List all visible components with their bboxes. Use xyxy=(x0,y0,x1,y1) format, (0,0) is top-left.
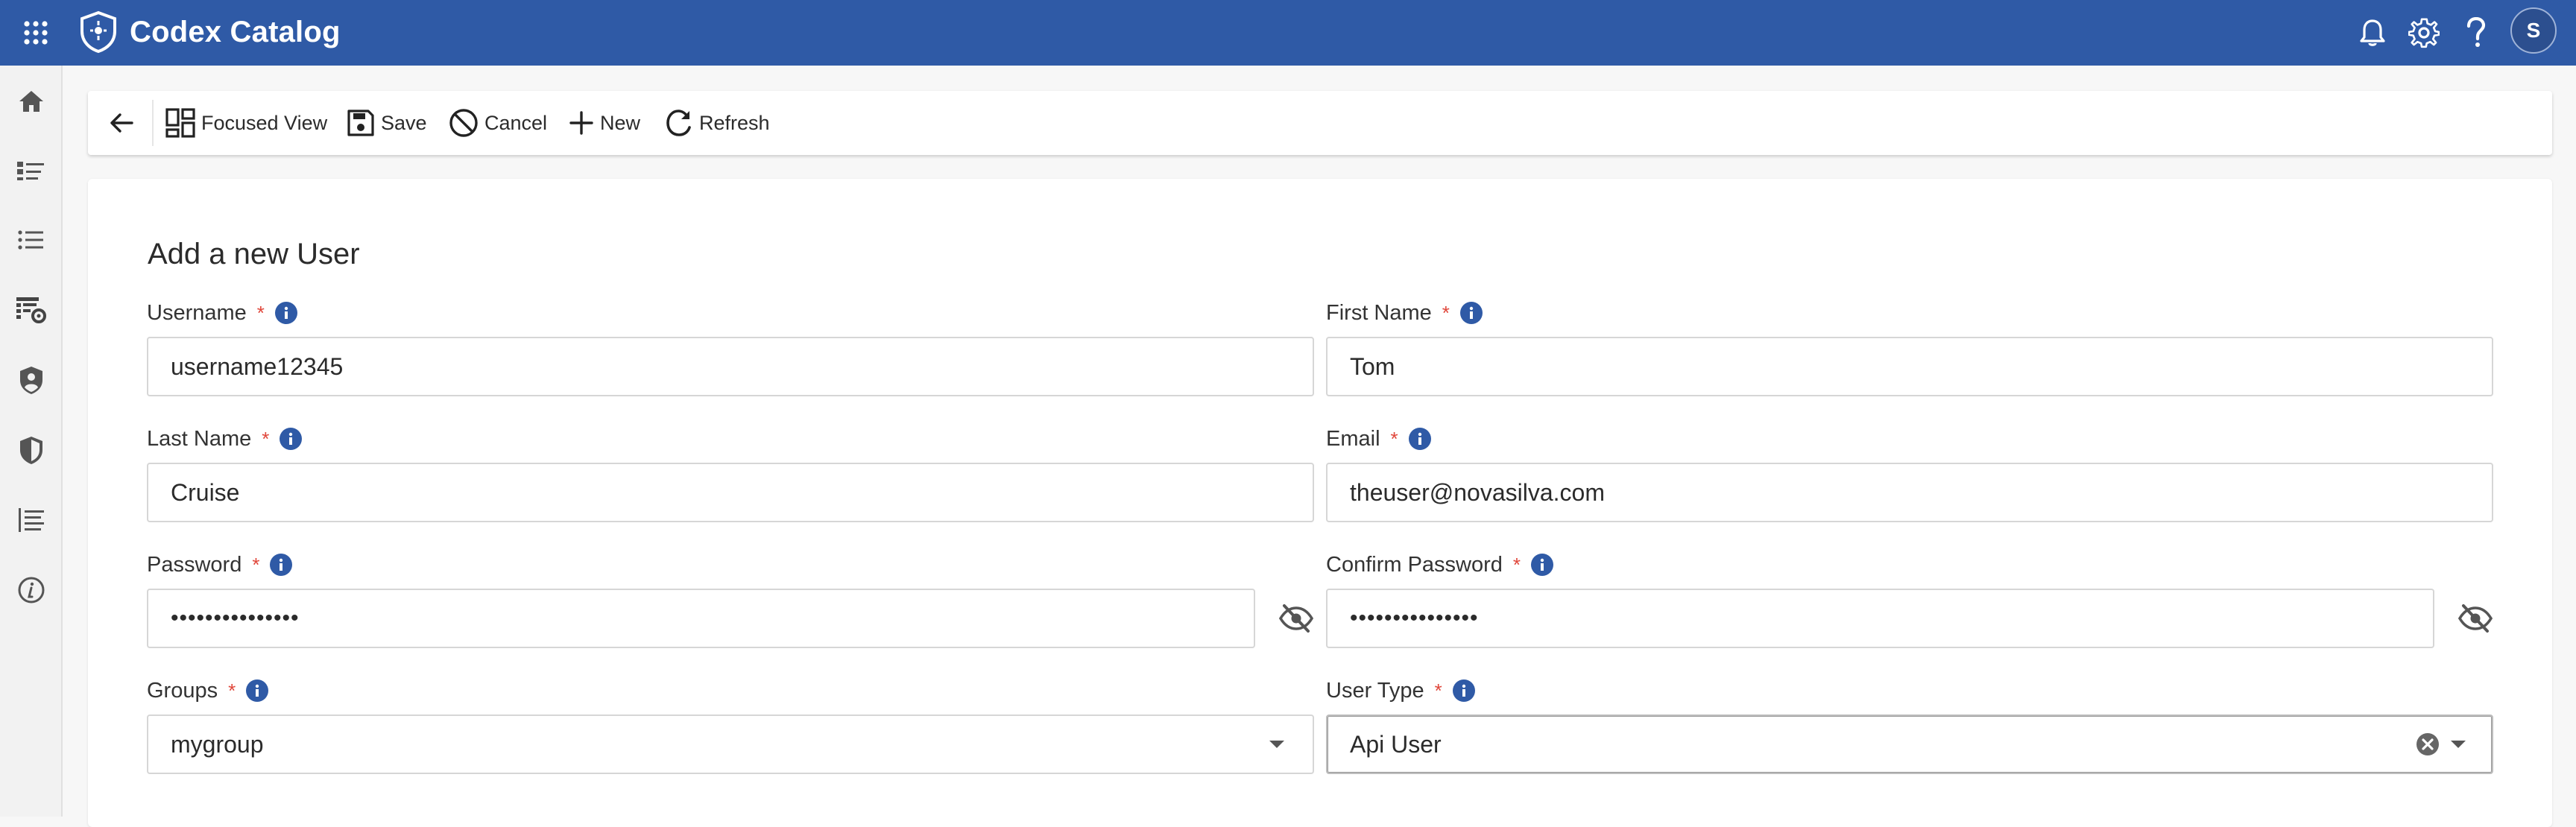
password-label: Password * xyxy=(147,551,293,578)
action-toolbar: Focused View Save Cancel New Refresh xyxy=(88,91,2552,155)
username-label: Username * xyxy=(147,300,297,326)
last-name-input[interactable]: Cruise xyxy=(147,463,1314,522)
password-input[interactable]: ••••••••••••••• xyxy=(147,589,1255,648)
info-tooltip-icon[interactable] xyxy=(280,428,303,450)
tree-list-icon[interactable] xyxy=(12,501,51,539)
user-type-label: User Type * xyxy=(1326,677,1475,704)
last-name-label-text: Last Name xyxy=(147,427,252,451)
required-asterisk: * xyxy=(1434,679,1442,702)
save-label: Save xyxy=(381,111,427,134)
app-title: Codex Catalog xyxy=(130,16,341,48)
user-shield-icon[interactable] xyxy=(12,361,51,399)
toolbar-divider xyxy=(152,100,154,146)
settings-gear-icon[interactable] xyxy=(2405,13,2443,52)
side-navigation xyxy=(0,66,63,817)
first-name-label-text: First Name xyxy=(1326,301,1432,325)
first-name-input[interactable]: Tom xyxy=(1326,337,2493,396)
confirm-password-label: Confirm Password * xyxy=(1326,551,1554,578)
required-asterisk: * xyxy=(1512,554,1521,576)
groups-select[interactable]: mygroup xyxy=(147,714,1314,774)
confirm-password-label-text: Confirm Password xyxy=(1326,553,1503,577)
catalog-list-icon[interactable] xyxy=(12,152,51,191)
email-label-text: Email xyxy=(1326,427,1380,451)
refresh-button[interactable]: Refresh xyxy=(665,104,770,142)
shield-icon[interactable] xyxy=(12,431,51,469)
refresh-icon xyxy=(666,110,691,136)
user-type-label-text: User Type xyxy=(1326,679,1424,703)
required-asterisk: * xyxy=(1442,302,1450,324)
user-type-selected-value: Api User xyxy=(1350,730,1442,758)
email-input[interactable]: theuser@novasilva.com xyxy=(1326,463,2493,522)
user-avatar[interactable]: S xyxy=(2510,7,2557,54)
refresh-label: Refresh xyxy=(699,111,770,134)
info-tooltip-icon[interactable] xyxy=(1408,428,1431,450)
groups-label-text: Groups xyxy=(147,679,218,703)
info-tooltip-icon[interactable] xyxy=(274,302,297,324)
info-tooltip-icon[interactable] xyxy=(270,554,293,576)
clear-selection-icon[interactable] xyxy=(2413,729,2443,759)
catalog-settings-icon[interactable] xyxy=(12,291,51,329)
email-label: Email * xyxy=(1326,425,1431,452)
confirm-password-input[interactable]: ••••••••••••••• xyxy=(1326,589,2434,648)
chevron-down-icon[interactable] xyxy=(1262,729,1292,759)
last-name-label: Last Name * xyxy=(147,425,303,452)
new-button[interactable]: New xyxy=(569,104,640,142)
focused-view-button[interactable]: Focused View xyxy=(165,104,327,142)
notifications-bell-icon[interactable] xyxy=(2353,13,2392,52)
first-name-label: First Name * xyxy=(1326,300,1483,326)
back-arrow-icon[interactable] xyxy=(103,104,140,142)
new-label: New xyxy=(600,111,641,134)
cancel-icon xyxy=(449,109,478,137)
eye-off-icon[interactable] xyxy=(1275,598,1317,639)
info-tooltip-icon[interactable] xyxy=(246,679,269,702)
app-header: Codex Catalog S xyxy=(0,0,2576,66)
app-logo[interactable] xyxy=(78,10,119,54)
form-title: Add a new User xyxy=(148,238,360,270)
user-type-select[interactable]: Api User xyxy=(1326,714,2493,774)
info-tooltip-icon[interactable] xyxy=(1452,679,1475,702)
info-tooltip-icon[interactable] xyxy=(1531,554,1554,576)
required-asterisk: * xyxy=(262,428,270,450)
apps-grid-icon[interactable] xyxy=(19,16,52,49)
required-asterisk: * xyxy=(256,302,265,324)
info-tooltip-icon[interactable] xyxy=(1459,302,1483,324)
save-button[interactable]: Save xyxy=(347,104,427,142)
required-asterisk: * xyxy=(252,554,260,576)
chevron-down-icon[interactable] xyxy=(2443,729,2473,759)
user-form-card: Add a new User Username * username12345 … xyxy=(88,179,2552,827)
groups-label: Groups * xyxy=(147,677,269,704)
info-icon[interactable] xyxy=(12,571,51,609)
dashboard-icon xyxy=(165,108,195,138)
help-icon[interactable] xyxy=(2457,13,2496,52)
password-label-text: Password xyxy=(147,553,242,577)
username-input[interactable]: username12345 xyxy=(147,337,1314,396)
eye-off-icon[interactable] xyxy=(2455,598,2496,639)
required-asterisk: * xyxy=(1390,428,1398,450)
cancel-button[interactable]: Cancel xyxy=(449,104,547,142)
plus-icon xyxy=(569,111,593,135)
list-icon[interactable] xyxy=(12,221,51,259)
home-icon[interactable] xyxy=(12,82,51,121)
required-asterisk: * xyxy=(228,679,236,702)
focused-view-label: Focused View xyxy=(201,111,328,134)
username-label-text: Username xyxy=(147,301,247,325)
groups-selected-value: mygroup xyxy=(171,730,264,758)
cancel-label: Cancel xyxy=(484,111,548,134)
floppy-disk-icon xyxy=(347,110,374,136)
